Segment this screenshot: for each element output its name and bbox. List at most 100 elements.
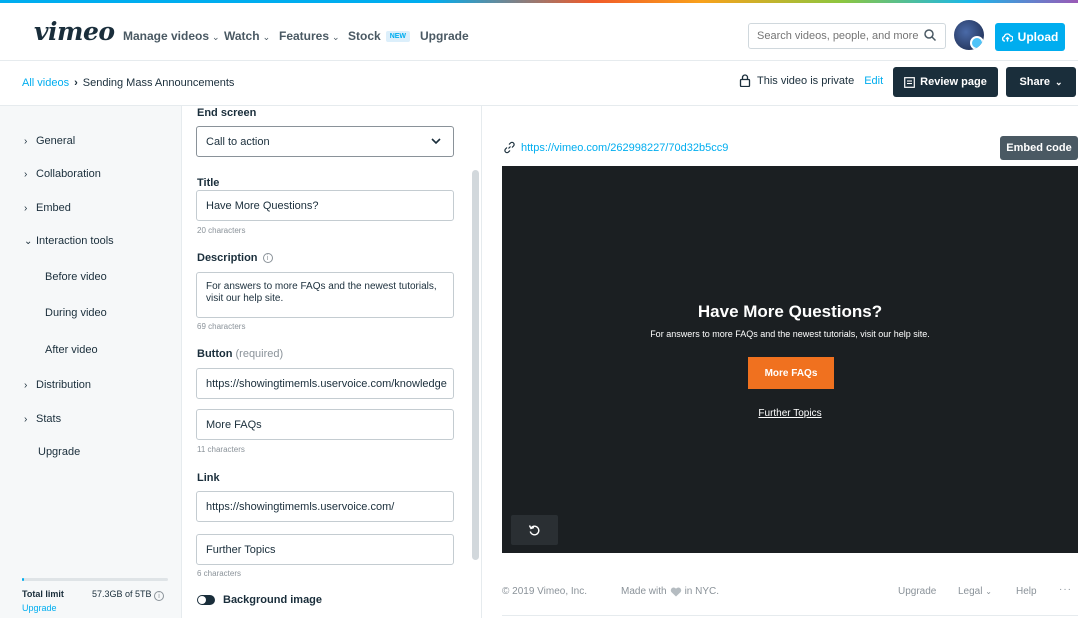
vimeo-logo[interactable]: vimeo <box>34 17 115 46</box>
more-options-icon[interactable]: ··· <box>1059 584 1072 595</box>
footer-copyright: © 2019 Vimeo, Inc. <box>502 586 588 597</box>
nav-features-label: Features <box>279 29 330 43</box>
end-screen-value: Call to action <box>206 136 270 148</box>
video-subheader: All videos › Sending Mass Announcements Th… <box>0 60 1078 106</box>
form-scrollbar[interactable] <box>472 170 479 560</box>
sidebar-item-label: Distribution <box>36 379 92 391</box>
sidebar-item-before-video[interactable]: Before video <box>45 271 107 283</box>
video-preview-panel: https://vimeo.com/262998227/70d32b5cc9 E… <box>483 106 1078 618</box>
breadcrumb-current: Sending Mass Announcements <box>82 77 235 89</box>
sidebar-item-label: Stats <box>36 413 62 425</box>
top-navigation-bar: vimeo Manage videos ⌄ Watch ⌄ Features ⌄ St… <box>0 3 1078 60</box>
replay-icon <box>528 524 540 535</box>
sidebar-item-stats[interactable]: › Stats <box>24 413 61 425</box>
end-screen-link[interactable]: Further Topics <box>758 408 821 419</box>
sidebar-item-during-video[interactable]: During video <box>45 307 107 319</box>
avatar-badge-icon <box>970 36 984 50</box>
storage-progress-fill <box>22 578 25 581</box>
nav-stock-label: Stock <box>348 29 381 43</box>
chevron-right-icon: › <box>24 169 28 180</box>
background-image-toggle-row: Background image <box>197 594 322 606</box>
privacy-status: This video is private Edit <box>739 74 883 87</box>
nav-manage-videos[interactable]: Manage videos ⌄ <box>123 29 220 43</box>
embed-code-button[interactable]: Embed code <box>1000 136 1078 160</box>
description-label-text: Description <box>197 252 258 264</box>
sidebar-item-embed[interactable]: › Embed <box>24 202 71 214</box>
nav-manage-videos-label: Manage videos <box>123 29 210 43</box>
info-icon[interactable]: i <box>262 253 273 263</box>
end-screen-link-wrap: Further Topics <box>502 408 1078 419</box>
chevron-right-icon: › <box>24 380 28 391</box>
replay-button[interactable] <box>511 515 558 545</box>
storage-upgrade-link[interactable]: Upgrade <box>22 603 57 613</box>
nav-upgrade[interactable]: Upgrade <box>420 29 469 43</box>
share-button[interactable]: Share ⌄ <box>1006 67 1076 97</box>
footer-legal-link[interactable]: Legal ⌄ <box>958 586 992 597</box>
review-icon <box>904 76 916 88</box>
chevron-right-icon: › <box>24 414 28 425</box>
video-url-link[interactable]: https://vimeo.com/262998227/70d32b5cc9 <box>503 141 728 154</box>
footer-upgrade-link[interactable]: Upgrade <box>898 586 936 597</box>
upload-button[interactable]: Upload <box>995 23 1065 51</box>
sidebar-item-after-video[interactable]: After video <box>45 344 98 356</box>
nav-watch-label: Watch <box>224 29 260 43</box>
video-player[interactable]: Have More Questions? For answers to more… <box>502 166 1078 553</box>
search-icon[interactable] <box>923 28 937 42</box>
cloud-upload-icon <box>1001 32 1013 42</box>
storage-value: 57.3GB of 5TB i <box>92 589 165 601</box>
button-char-count: 11 characters <box>197 445 245 454</box>
storage-progress-bar <box>22 578 168 581</box>
button-text-field[interactable]: More FAQs <box>196 409 454 440</box>
chevron-right-icon: › <box>24 203 28 214</box>
sidebar-item-general[interactable]: › General <box>24 135 75 147</box>
sidebar-item-distribution[interactable]: › Distribution <box>24 379 91 391</box>
footer-made-prefix: Made with <box>621 586 667 597</box>
end-screen-title: Have More Questions? <box>697 302 883 321</box>
title-field[interactable]: Have More Questions? <box>196 190 454 221</box>
link-icon <box>504 141 515 154</box>
sidebar-item-interaction-tools[interactable]: ⌄ Interaction tools <box>24 235 114 247</box>
info-icon[interactable]: i <box>154 591 165 601</box>
footer-made-with: Made with in NYC. <box>621 586 719 597</box>
footer-divider <box>502 615 1078 616</box>
nav-stock[interactable]: Stock NEW <box>348 29 411 43</box>
description-label: Description i <box>197 252 273 264</box>
title-char-count: 20 characters <box>197 226 246 235</box>
avatar[interactable] <box>954 20 984 50</box>
search-input[interactable] <box>749 24 919 48</box>
storage-label: Total limit <box>22 589 64 599</box>
lock-icon <box>739 74 751 87</box>
background-image-toggle[interactable] <box>197 595 215 605</box>
sidebar-item-label: Collaboration <box>36 168 101 180</box>
review-page-label: Review page <box>920 76 987 88</box>
chevron-down-icon: ⌄ <box>24 236 33 247</box>
breadcrumb: All videos › Sending Mass Announcements <box>22 77 234 89</box>
sidebar-item-upgrade[interactable]: Upgrade <box>38 446 80 458</box>
privacy-edit-link[interactable]: Edit <box>864 75 883 87</box>
nav-watch[interactable]: Watch ⌄ <box>224 29 270 43</box>
end-screen-select[interactable]: Call to action <box>196 126 454 157</box>
link-char-count: 6 characters <box>197 569 242 578</box>
footer-help-link[interactable]: Help <box>1016 586 1037 597</box>
upload-label: Upload <box>1017 30 1059 44</box>
sidebar-item-collaboration[interactable]: › Collaboration <box>24 168 101 180</box>
button-url-field[interactable]: https://showingtimemls.uservoice.com/kno… <box>196 368 454 399</box>
link-url-field[interactable]: https://showingtimemls.uservoice.com/ <box>196 491 454 522</box>
sidebar-item-label: Embed <box>36 202 71 214</box>
chevron-down-icon: ⌄ <box>212 32 220 42</box>
link-label: Link <box>197 472 220 484</box>
nav-features[interactable]: Features ⌄ <box>279 29 340 43</box>
end-screen-cta-button[interactable]: More FAQs <box>748 357 834 389</box>
review-page-button[interactable]: Review page <box>893 67 998 97</box>
privacy-text: This video is private <box>757 74 855 87</box>
chevron-down-icon: ⌄ <box>332 32 340 42</box>
nav-upgrade-label: Upgrade <box>420 29 469 43</box>
end-screen-form: End screen Call to action Title Have Mor… <box>182 106 482 618</box>
description-field[interactable]: For answers to more FAQs and the newest … <box>196 272 454 318</box>
breadcrumb-all-videos[interactable]: All videos <box>22 77 69 89</box>
footer-legal-label: Legal <box>958 586 983 597</box>
link-text-field[interactable]: Further Topics <box>196 534 454 565</box>
title-label: Title <box>197 177 220 189</box>
button-label: Button (required) <box>197 348 283 360</box>
video-url-text: https://vimeo.com/262998227/70d32b5cc9 <box>521 141 729 154</box>
